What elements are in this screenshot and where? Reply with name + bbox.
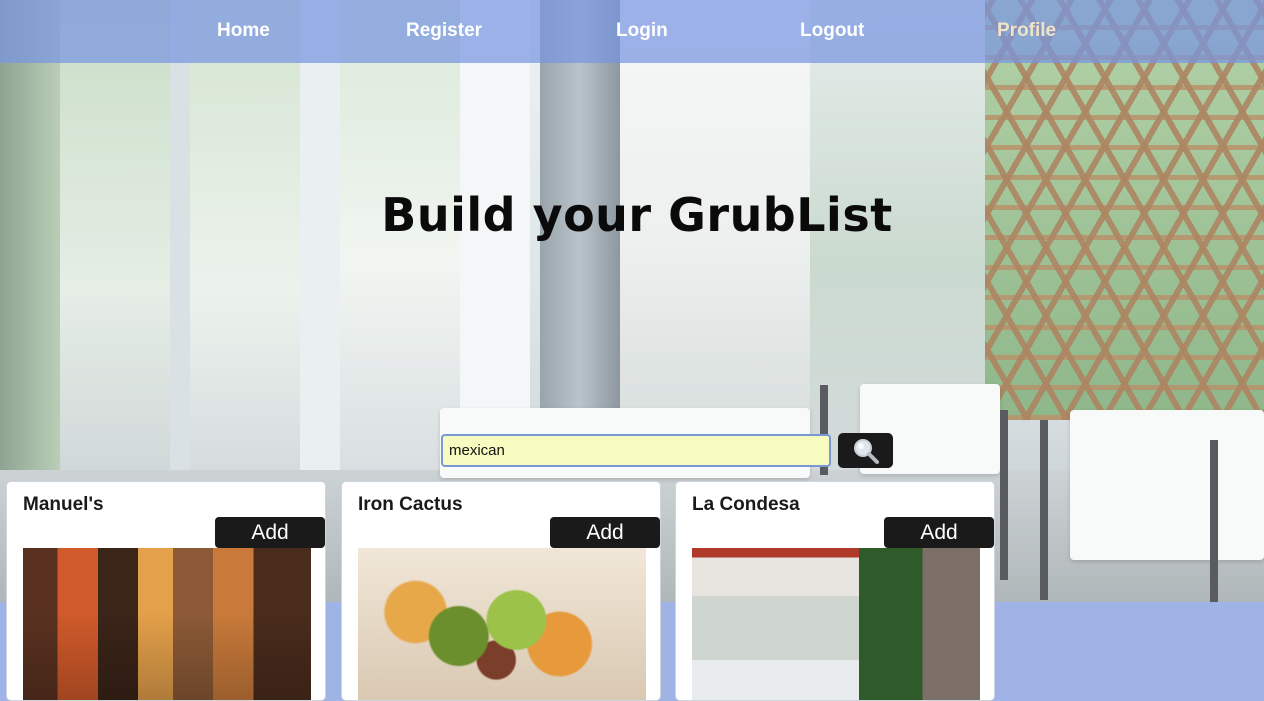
add-button[interactable]: Add [215,517,325,548]
restaurant-photo [358,548,646,700]
nav-link-register[interactable]: Register [406,20,482,42]
search-icon [853,438,879,464]
top-nav-bar: Home Register Login Logout Profile [0,0,1264,63]
nav-link-home[interactable]: Home [217,20,270,42]
nav-link-profile[interactable]: Profile [997,20,1056,42]
restaurant-name: La Condesa [692,494,800,515]
restaurant-card: La Condesa Add [675,481,995,701]
restaurant-name: Iron Cactus [358,494,463,515]
search-input[interactable] [441,434,831,467]
restaurant-card: Manuel's Add [6,481,326,701]
add-button[interactable]: Add [884,517,994,548]
add-button[interactable]: Add [550,517,660,548]
nav-link-login[interactable]: Login [616,20,668,42]
restaurant-name: Manuel's [23,494,104,515]
restaurant-photo [692,548,980,700]
page-title: Build your GrubList [381,188,893,242]
search-button[interactable] [838,433,893,468]
restaurant-card: Iron Cactus Add [341,481,661,701]
restaurant-photo [23,548,311,700]
nav-link-logout[interactable]: Logout [800,20,864,42]
